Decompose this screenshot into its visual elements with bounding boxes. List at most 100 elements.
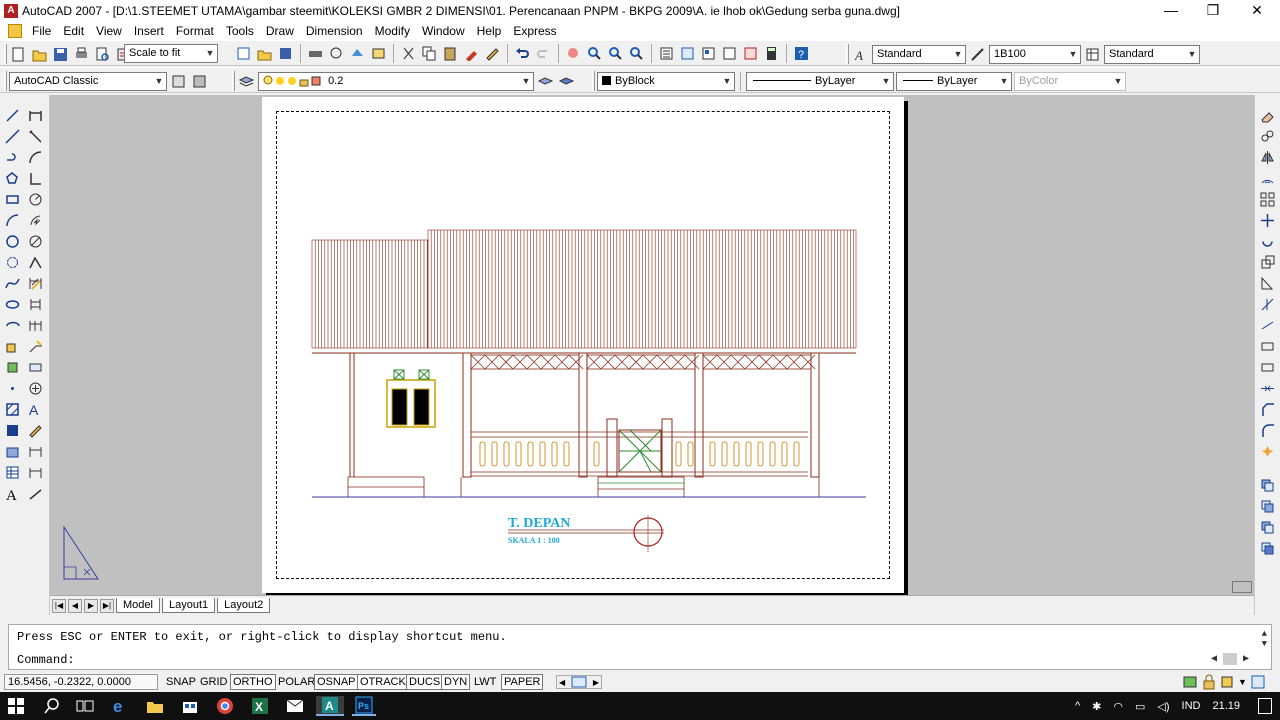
mirror-icon[interactable] <box>1257 147 1277 167</box>
previous-tab-icon[interactable]: ◀ <box>68 598 82 613</box>
linear-dimension-icon[interactable] <box>25 105 45 125</box>
volume-icon[interactable]: ◁) <box>1157 700 1169 713</box>
angular-icon[interactable] <box>25 252 45 272</box>
menu-file[interactable]: File <box>26 23 57 39</box>
hatch-icon[interactable] <box>2 399 22 419</box>
layer-manager-icon[interactable] <box>237 72 256 91</box>
layout-viewport-control[interactable]: ◀ ▶ <box>556 675 602 689</box>
toolbar-grip[interactable] <box>4 71 7 91</box>
match-properties-icon[interactable] <box>462 44 481 63</box>
search-icon[interactable] <box>40 696 64 716</box>
bluetooth-icon[interactable]: ✱ <box>1092 700 1101 713</box>
zoom-previous-icon[interactable] <box>627 44 646 63</box>
paste-icon[interactable] <box>441 44 460 63</box>
offset-icon[interactable] <box>1257 168 1277 188</box>
rotate-icon[interactable] <box>1257 231 1277 251</box>
communication-center-icon[interactable] <box>1182 674 1198 690</box>
menu-window[interactable]: Window <box>416 23 471 39</box>
dimension-text-edit-icon[interactable] <box>25 420 45 440</box>
menu-insert[interactable]: Insert <box>128 23 170 39</box>
last-tab-icon[interactable]: ▶| <box>100 598 114 613</box>
otrack-toggle[interactable]: OTRACK <box>357 674 409 690</box>
layer-previous-icon[interactable] <box>557 72 576 91</box>
file-explorer-icon[interactable] <box>143 696 167 716</box>
ordinate-icon[interactable] <box>25 168 45 188</box>
drawing-canvas[interactable]: T. DEPAN SKALA 1 : 100 <box>50 95 1254 595</box>
command-window[interactable]: Press ESC or ENTER to exit, or right-cli… <box>8 624 1272 670</box>
tab-layout1[interactable]: Layout1 <box>161 598 216 613</box>
plot-preview-icon[interactable] <box>93 45 112 64</box>
region-icon[interactable] <box>2 441 22 461</box>
dim-style-combo[interactable]: 1B100 ▼ <box>989 44 1081 64</box>
menu-help[interactable]: Help <box>471 23 508 39</box>
toolbar-grip[interactable] <box>232 71 235 91</box>
menu-tools[interactable]: Tools <box>220 23 260 39</box>
tab-layout2[interactable]: Layout2 <box>217 598 271 613</box>
table-style-combo[interactable]: Standard ▼ <box>1104 44 1200 64</box>
circle-icon[interactable] <box>2 231 22 251</box>
menu-edit[interactable]: Edit <box>57 23 90 39</box>
block-editor-icon[interactable] <box>483 44 502 63</box>
layer-combo[interactable]: 0.2 ▼ <box>258 71 534 91</box>
center-mark-icon[interactable] <box>25 378 45 398</box>
scroll-left-icon[interactable]: ◀ <box>1211 653 1217 665</box>
store-icon[interactable] <box>178 696 202 716</box>
linetype-combo[interactable]: ByLayer ▼ <box>746 71 894 91</box>
line-icon[interactable] <box>2 105 22 125</box>
baseline-icon[interactable] <box>25 294 45 314</box>
new-icon[interactable] <box>9 45 28 64</box>
mail-icon[interactable] <box>283 696 307 716</box>
chevron-down-icon[interactable]: ▼ <box>997 73 1011 90</box>
clean-screen-icon[interactable] <box>1251 675 1265 689</box>
print-icon[interactable] <box>306 44 325 63</box>
document-icon[interactable] <box>8 24 22 38</box>
photoshop-icon[interactable]: Ps <box>352 696 376 716</box>
trim-icon[interactable] <box>1257 294 1277 314</box>
3d-dwf-icon[interactable] <box>348 44 367 63</box>
diameter-icon[interactable] <box>25 231 45 251</box>
dimension-edit-icon[interactable]: A <box>25 399 45 419</box>
command-hscroll[interactable]: ◀ ▶ <box>1211 653 1249 665</box>
help-icon[interactable]: ? <box>792 44 811 63</box>
bring-above-icon[interactable] <box>1257 538 1277 558</box>
tool-palettes-icon[interactable] <box>699 44 718 63</box>
restore-button[interactable]: ❐ <box>1190 0 1236 22</box>
task-view-icon[interactable] <box>73 696 97 716</box>
explode-icon[interactable] <box>1257 441 1277 461</box>
chevron-left-icon[interactable]: ◀ <box>559 678 565 687</box>
scroll-right-icon[interactable]: ▶ <box>1243 653 1249 665</box>
menu-dimension[interactable]: Dimension <box>300 23 369 39</box>
dimension-style-icon[interactable] <box>25 462 45 482</box>
construction-line-icon[interactable] <box>2 126 22 146</box>
markup-icon[interactable] <box>741 44 760 63</box>
snap-toggle[interactable]: SNAP <box>163 674 199 690</box>
calculator-icon[interactable] <box>762 44 781 63</box>
insert-block-icon[interactable] <box>2 336 22 356</box>
status-menu-icon[interactable]: ▼ <box>1238 677 1247 687</box>
chevron-down-icon[interactable]: ▼ <box>1066 46 1080 63</box>
start-icon[interactable] <box>4 696 28 716</box>
chevron-right-icon[interactable]: ▶ <box>593 678 599 687</box>
my-workspace-icon[interactable] <box>190 72 209 91</box>
quick-dimension-icon[interactable] <box>25 273 45 293</box>
autocad-app-icon[interactable]: A <box>4 4 18 18</box>
pan-icon[interactable] <box>564 44 583 63</box>
stretch-icon[interactable] <box>1257 273 1277 293</box>
paper-toggle[interactable]: PAPER <box>501 674 544 690</box>
erase-icon[interactable] <box>1257 105 1277 125</box>
design-center-icon[interactable] <box>678 44 697 63</box>
chevron-down-icon[interactable]: ▼ <box>720 73 734 90</box>
continue-icon[interactable] <box>25 315 45 335</box>
make-layer-current-icon[interactable] <box>536 72 555 91</box>
color-combo[interactable]: ByBlock ▼ <box>597 71 735 91</box>
xref-icon[interactable] <box>1220 674 1234 690</box>
chevron-down-icon[interactable]: ▼ <box>879 73 893 90</box>
autocad-taskbar-icon[interactable]: A <box>316 696 344 716</box>
menu-format[interactable]: Format <box>170 23 220 39</box>
chamfer-icon[interactable] <box>1257 399 1277 419</box>
toolbar-grip[interactable] <box>4 44 7 64</box>
ducs-toggle[interactable]: DUCS <box>406 674 444 690</box>
open-icon[interactable] <box>30 45 49 64</box>
command-prompt[interactable]: Command: <box>17 653 75 667</box>
ortho-toggle[interactable]: ORTHO <box>230 674 276 690</box>
